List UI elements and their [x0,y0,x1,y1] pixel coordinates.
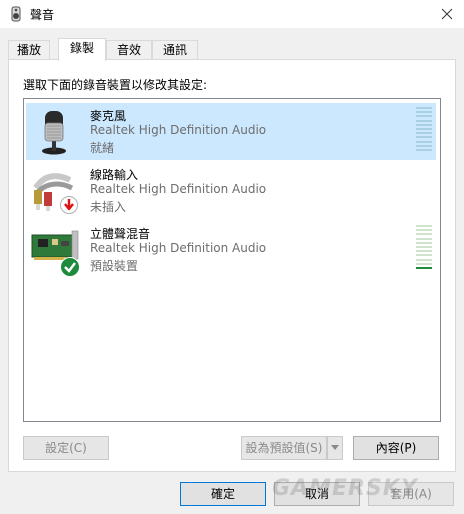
unplugged-badge-icon [60,196,78,214]
recording-panel: 選取下面的錄音裝置以修改其設定: 麥克風 Realtek High Defini… [8,59,456,472]
device-list[interactable]: 麥克風 Realtek High Definition Audio 就緒 線路輸… [23,98,441,422]
device-description: Realtek High Definition Audio [90,182,267,196]
level-meter [416,107,432,151]
close-button[interactable] [430,0,464,28]
chevron-down-icon [331,445,339,450]
device-status: 預設裝置 [90,259,139,273]
window-title: 聲音 [30,8,55,22]
tab-playback[interactable]: 播放 [8,40,50,60]
device-status: 就緒 [90,141,115,155]
instruction-text: 選取下面的錄音裝置以修改其設定: [23,78,208,92]
device-item-stereo-mix[interactable]: 立體聲混音 Realtek High Definition Audio 預設裝置 [26,221,436,278]
set-default-dropdown[interactable] [327,436,343,460]
tab-communications[interactable]: 通訊 [152,40,198,60]
properties-button[interactable]: 內容(P) [353,436,439,460]
device-description: Realtek High Definition Audio [90,123,267,137]
device-description: Realtek High Definition Audio [90,241,267,255]
device-item-microphone[interactable]: 麥克風 Realtek High Definition Audio 就緒 [26,103,436,160]
close-icon [441,8,453,20]
ok-button[interactable]: 確定 [180,482,266,506]
device-name: 立體聲混音 [90,227,151,241]
speaker-icon [8,6,24,22]
device-name: 麥克風 [90,109,127,123]
level-meter [416,225,432,269]
tab-sounds[interactable]: 音效 [106,40,152,60]
device-status: 未插入 [90,200,127,214]
tab-recording[interactable]: 錄製 [58,38,106,61]
device-name: 線路輸入 [90,168,139,182]
configure-button[interactable]: 設定(C) [23,436,109,460]
set-default-button[interactable]: 設為預設值(S) [241,436,327,460]
watermark: GAMERSKY [272,476,418,501]
microphone-icon [30,105,82,157]
default-check-icon [60,257,80,277]
title-bar: 聲音 [0,0,464,28]
device-item-line-in[interactable]: 線路輸入 Realtek High Definition Audio 未插入 [26,162,436,219]
